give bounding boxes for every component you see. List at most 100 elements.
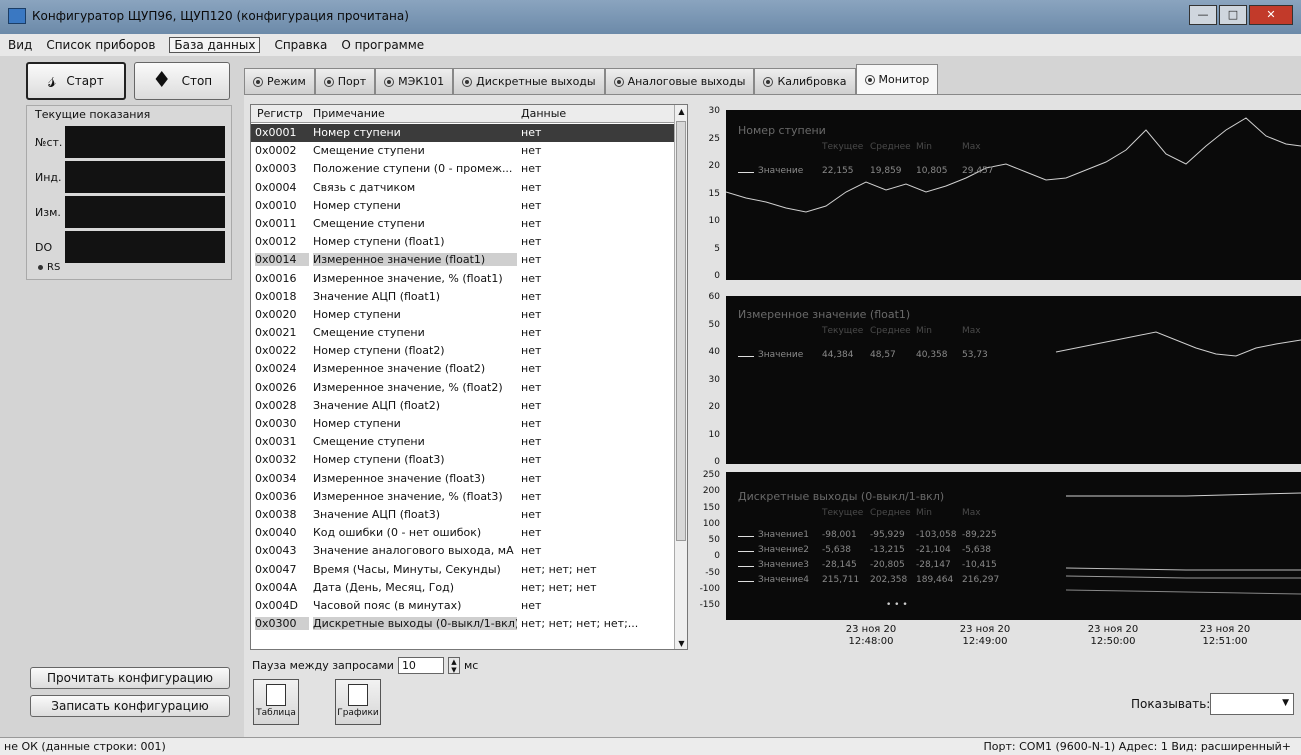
tab-port[interactable]: Порт — [314, 68, 376, 94]
cell-register: 0x0016 — [255, 271, 297, 285]
cell-register: 0x0010 — [255, 198, 297, 212]
table-row[interactable]: 0x0018 Значение АЦП (float1) нет — [251, 288, 675, 306]
cell-data: нет — [521, 253, 542, 267]
cell-note: Номер ступени — [313, 126, 401, 139]
menu-about[interactable]: О программе — [341, 38, 424, 52]
col-header-note[interactable]: Примечание — [313, 107, 385, 120]
stat-header: Min — [916, 142, 932, 152]
table-row[interactable]: 0x0040 Код ошибки (0 - нет ошибок) нет — [251, 524, 675, 542]
cell-register: 0x0003 — [255, 162, 297, 176]
table-row[interactable]: 0x004A Дата (День, Месяц, Год) нет; нет; н… — [251, 579, 675, 597]
tab-mek101[interactable]: МЭК101 — [375, 68, 454, 94]
table-row[interactable]: 0x0024 Измеренное значение (float2) нет — [251, 360, 675, 378]
table-row[interactable]: 0x0032 Номер ступени (float3) нет — [251, 451, 675, 469]
table-row[interactable]: 0x0022 Номер ступени (float2) нет — [251, 342, 675, 360]
stat-header: Среднее — [870, 508, 911, 518]
table-icon — [266, 684, 286, 706]
cell-note: Значение аналогового выхода, мА — [313, 544, 514, 558]
table-row[interactable]: 0x0011 Смещение ступени нет — [251, 215, 675, 233]
chevron-down-icon: ▼ — [1282, 698, 1289, 708]
menu-device-list[interactable]: Список приборов — [46, 38, 155, 52]
col-header-data[interactable]: Данные — [521, 107, 566, 120]
tab-analog-outputs[interactable]: Аналоговые выходы — [604, 68, 755, 94]
col-header-register[interactable]: Регистр — [257, 107, 303, 120]
minimize-button[interactable]: — — [1189, 5, 1217, 25]
table-row[interactable]: 0x0016 Измеренное значение, % (float1) нет — [251, 270, 675, 288]
table-row[interactable]: 0x0036 Измеренное значение, % (float3) нет — [251, 488, 675, 506]
stat-header: Текущее — [822, 326, 864, 336]
cell-note: Номер ступени — [313, 417, 401, 430]
pause-input[interactable]: 10 — [397, 657, 444, 674]
scroll-up-icon[interactable]: ▲ — [675, 105, 687, 119]
table-row[interactable]: 0x0001 Номер ступени нет — [251, 124, 675, 143]
table-row[interactable]: 0x0003 Положение ступени (0 - промеж... не… — [251, 160, 675, 178]
table-row[interactable]: 0x0028 Значение АЦП (float2) нет — [251, 397, 675, 415]
tab-monitor[interactable]: Монитор — [855, 64, 939, 94]
table-row[interactable]: 0x0034 Измеренное значение (float3) нет — [251, 470, 675, 488]
table-view-label: Таблица — [256, 708, 296, 718]
table-view-button[interactable]: Таблица — [253, 679, 299, 725]
cell-data: нет — [521, 126, 542, 139]
tab-calibration[interactable]: Калибровка — [754, 68, 856, 94]
cell-data: нет — [521, 216, 542, 230]
table-row[interactable]: 0x0010 Номер ступени нет — [251, 197, 675, 215]
menu-help[interactable]: Справка — [274, 38, 327, 52]
tab-label: Калибровка — [777, 75, 847, 88]
pause-spinner[interactable]: ▲ ▼ — [447, 657, 460, 674]
close-button[interactable]: ✕ — [1249, 5, 1293, 25]
start-button[interactable]: 𝓈 Старт — [26, 62, 126, 100]
cell-note: Номер ступени — [313, 307, 401, 321]
tab-discrete-outputs[interactable]: Дискретные выходы — [453, 68, 605, 94]
table-row[interactable]: 0x0047 Время (Часы, Минуты, Секунды) нет; … — [251, 561, 675, 579]
graphs-view-button[interactable]: Графики — [335, 679, 381, 725]
pause-control: Пауза между запросами 10 ▲ ▼ мс — [252, 657, 478, 674]
stat-value: 40,358 — [916, 350, 948, 360]
y-tick-label: 250 — [702, 470, 720, 480]
table-rows: 0x0001 Номер ступени нет 0x0002 Смещение сту… — [251, 124, 675, 633]
maximize-button[interactable]: □ — [1219, 5, 1247, 25]
cell-register: 0x0014 — [255, 253, 309, 267]
radio-icon — [763, 76, 774, 87]
cell-register: 0x004D — [255, 598, 298, 612]
radio-icon — [323, 76, 334, 87]
stat-value: 48,57 — [870, 350, 896, 360]
table-row[interactable]: 0x0030 Номер ступени нет — [251, 415, 675, 433]
cell-register: 0x0032 — [255, 453, 297, 467]
tab-mode[interactable]: Режим — [244, 68, 315, 94]
table-row[interactable]: 0x0026 Измеренное значение, % (float2) нет — [251, 379, 675, 397]
stat-value: -5,638 — [822, 545, 852, 555]
table-row[interactable]: 0x0031 Смещение ступени нет — [251, 433, 675, 451]
menu-view[interactable]: Вид — [8, 38, 32, 52]
tab-label: Аналоговые выходы — [627, 75, 746, 88]
table-row[interactable]: 0x0004 Связь с датчиком нет — [251, 179, 675, 197]
legend-series-name: Значение2 — [758, 545, 810, 555]
stat-header: Среднее — [870, 326, 911, 336]
cell-note: Измеренное значение (float1) — [313, 253, 517, 267]
stat-value: 19,859 — [870, 166, 902, 176]
stat-value: -28,145 — [822, 560, 857, 570]
table-row[interactable]: 0x0043 Значение аналогового выхода, мА нет — [251, 542, 675, 560]
stop-button[interactable]: ♦ Стоп — [134, 62, 230, 100]
menu-database[interactable]: База данных — [169, 37, 261, 53]
write-config-button[interactable]: Записать конфигурацию — [30, 695, 230, 717]
table-row[interactable]: 0x0002 Смещение ступени нет — [251, 142, 675, 160]
scroll-down-icon[interactable]: ▼ — [675, 637, 687, 649]
table-row[interactable]: 0x004D Часовой пояс (в минутах) нет — [251, 597, 675, 615]
table-row[interactable]: 0x0020 Номер ступени нет — [251, 306, 675, 324]
cell-data: нет — [521, 398, 542, 412]
read-config-button[interactable]: Прочитать конфигурацию — [30, 667, 230, 689]
table-scrollbar[interactable]: ▲ ▼ — [674, 105, 687, 649]
table-row[interactable]: 0x0038 Значение АЦП (float3) нет — [251, 506, 675, 524]
cell-data: нет; нет; нет — [521, 580, 597, 594]
scroll-thumb[interactable] — [676, 121, 686, 541]
register-table[interactable]: Регистр Примечание Данные 0x0001 Номер ст… — [250, 104, 688, 650]
table-row[interactable]: 0x0014 Измеренное значение (float1) нет — [251, 251, 675, 269]
table-row[interactable]: 0x0012 Номер ступени (float1) нет — [251, 233, 675, 251]
radio-icon — [864, 74, 875, 85]
stat-value: -5,638 — [962, 545, 992, 555]
show-dropdown[interactable]: ▼ — [1210, 693, 1294, 715]
y-tick-label: 100 — [702, 518, 720, 529]
table-row[interactable]: 0x0021 Смещение ступени нет — [251, 324, 675, 342]
table-row[interactable]: 0x0300 Дискретные выходы (0-выкл/1-вкл) не… — [251, 615, 675, 633]
cell-register: 0x0036 — [255, 489, 297, 503]
